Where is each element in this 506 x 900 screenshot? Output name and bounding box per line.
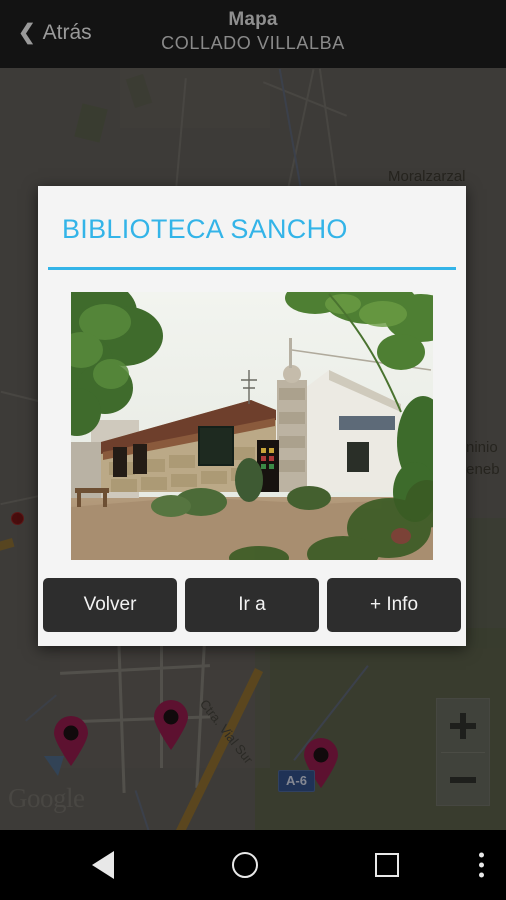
app-title-bar: ❮ Atrás Mapa COLLADO VILLALBA [0,0,506,68]
back-triangle-icon[interactable] [92,851,114,879]
dialog-title-divider [48,267,456,270]
dialog-title: BIBLIOTECA SANCHO [62,214,348,244]
place-info-dialog: BIBLIOTECA SANCHO Volver Ir a + Info [38,186,466,646]
dialog-button-row: Volver Ir a + Info [38,578,466,632]
home-circle-icon[interactable] [232,852,258,878]
page-title: Mapa [228,9,278,30]
page-subtitle: COLLADO VILLALBA [161,32,345,53]
more-info-button[interactable]: + Info [327,578,461,632]
overflow-menu-icon[interactable] [479,852,484,878]
place-photo-image [71,292,433,560]
place-photo [71,292,433,560]
android-navigation-bar [0,830,506,900]
goto-button[interactable]: Ir a [185,578,319,632]
back-button[interactable]: Volver [43,578,177,632]
app-screen: Moralzarzal ninio teneb Ctra. Vial Sur A… [0,0,506,900]
recents-square-icon[interactable] [375,853,399,877]
title-block: Mapa COLLADO VILLALBA [0,9,506,54]
